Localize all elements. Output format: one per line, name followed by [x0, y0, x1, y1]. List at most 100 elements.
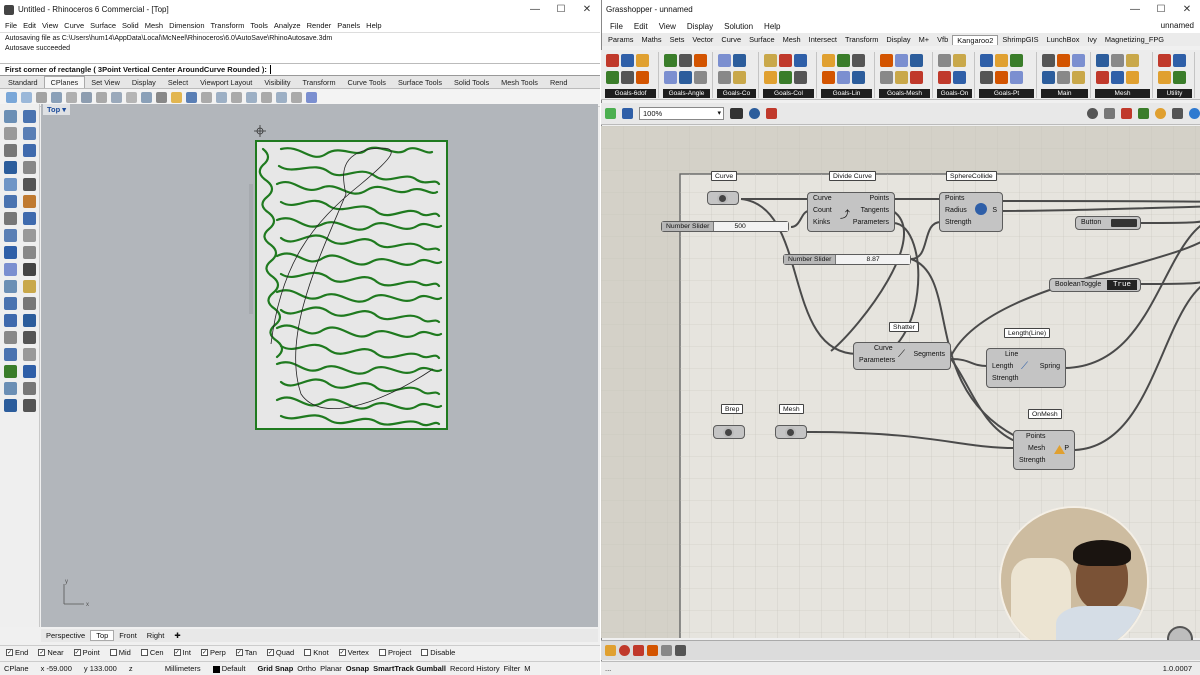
cplane-icon[interactable] [81, 92, 92, 103]
goal-component-icon[interactable] [794, 71, 807, 84]
osnap-tan[interactable]: ✓ Tan [235, 648, 257, 657]
input-count[interactable]: Count [813, 207, 832, 214]
goal-component-icon[interactable] [953, 54, 966, 67]
tool-icon[interactable] [23, 195, 36, 208]
onmesh-component[interactable]: Points Mesh Strength P [1013, 430, 1075, 470]
input-length[interactable]: Length [992, 363, 1013, 370]
osnap-perp[interactable]: ✓ Perp [200, 648, 226, 657]
ribbon-group-label[interactable]: Main [1041, 89, 1088, 98]
gh-tab-display[interactable]: Display [882, 35, 914, 44]
goal-component-icon[interactable] [1126, 71, 1139, 84]
goal-component-icon[interactable] [938, 71, 951, 84]
tool-icon[interactable] [23, 144, 36, 157]
checkbox-icon[interactable]: ✓ [200, 649, 208, 656]
menu-transform[interactable]: Transform [211, 21, 245, 30]
tab-mesh-tools[interactable]: Mesh Tools [495, 77, 544, 88]
checkbox-icon[interactable]: ✓ [73, 649, 81, 656]
tool-icon[interactable] [4, 110, 17, 123]
menu-render[interactable]: Render [307, 21, 332, 30]
ribbon-group-label[interactable]: Goals-Col [763, 89, 814, 98]
mesh-param[interactable] [775, 425, 807, 439]
layer[interactable]: Default [212, 664, 245, 673]
goal-component-icon[interactable] [718, 54, 731, 67]
goal-component-icon[interactable] [1042, 71, 1055, 84]
tool-icon[interactable] [4, 365, 17, 378]
bottom-tool-icon[interactable] [619, 645, 630, 656]
goal-component-icon[interactable] [764, 71, 777, 84]
count-slider[interactable]: Number Slider 500 [661, 221, 789, 232]
tab-viewport-layout[interactable]: Viewport Layout [194, 77, 258, 88]
tool-icon[interactable] [4, 348, 17, 361]
gh-tab-params[interactable]: Params [604, 35, 637, 44]
goal-component-icon[interactable] [1173, 54, 1186, 67]
goal-component-icon[interactable] [895, 54, 908, 67]
toggle-more[interactable]: M [524, 664, 530, 673]
goal-component-icon[interactable] [1010, 54, 1023, 67]
goal-component-icon[interactable] [1010, 71, 1023, 84]
tab-right[interactable]: Right [142, 631, 170, 640]
tool-icon[interactable] [4, 382, 17, 395]
checkbox-icon[interactable]: ✓ [235, 649, 243, 656]
gh-tab-surface[interactable]: Surface [745, 35, 778, 44]
toggle-smarttrack[interactable]: SmartTrack [373, 664, 414, 673]
cplane-icon[interactable] [21, 92, 32, 103]
output-s[interactable]: S [992, 207, 997, 214]
cplane-icon[interactable] [141, 92, 152, 103]
toggle-gumball[interactable]: Gumball [416, 664, 446, 673]
goal-component-icon[interactable] [938, 54, 951, 67]
toggle-record-history[interactable]: Record History [450, 664, 500, 673]
goal-component-icon[interactable] [980, 54, 993, 67]
minimize-icon[interactable]: — [522, 4, 548, 15]
goal-component-icon[interactable] [636, 71, 649, 84]
tab-visibility[interactable]: Visibility [258, 77, 296, 88]
ribbon-group-label[interactable]: Goals-Mesh [879, 89, 930, 98]
close-icon[interactable]: ✕ [574, 4, 600, 15]
goal-component-icon[interactable] [779, 54, 792, 67]
checkbox-icon[interactable] [378, 649, 386, 656]
goal-component-icon[interactable] [621, 71, 634, 84]
menu-edit[interactable]: Edit [23, 21, 36, 30]
tab-curve-tools[interactable]: Curve Tools [342, 77, 392, 88]
checkbox-icon[interactable]: ✓ [338, 649, 346, 656]
input-strength[interactable]: Strength [945, 219, 971, 226]
input-strength[interactable]: Strength [1019, 457, 1045, 464]
tool-icon[interactable] [23, 263, 36, 276]
gh-tab-shrimpgis[interactable]: ShrimpGIS [998, 35, 1042, 44]
osnap-vertex[interactable]: ✓ Vertex [338, 648, 369, 657]
save-icon[interactable] [622, 108, 633, 119]
input-curve[interactable]: Curve [874, 345, 893, 352]
menu-solid[interactable]: Solid [122, 21, 139, 30]
gh-menu-display[interactable]: Display [687, 22, 713, 31]
input-points[interactable]: Points [1026, 433, 1045, 440]
tool-icon[interactable] [23, 365, 36, 378]
tab-perspective[interactable]: Perspective [41, 631, 90, 640]
goal-component-icon[interactable] [1158, 54, 1171, 67]
input-points[interactable]: Points [945, 195, 964, 202]
button-component[interactable]: Button [1075, 216, 1141, 230]
gh-canvas[interactable]: Curve Divide Curve Curve Count Kinks Poi… [601, 126, 1200, 656]
ribbon-group-label[interactable]: Goals-Angle [663, 89, 710, 98]
goal-component-icon[interactable] [852, 71, 865, 84]
tab-front[interactable]: Front [114, 631, 142, 640]
output-parameters[interactable]: Parameters [853, 219, 889, 226]
tool-icon[interactable] [23, 280, 36, 293]
tool-icon[interactable] [23, 314, 36, 327]
length-line-component[interactable]: Line Length Strength Spring ⟋ [986, 348, 1066, 388]
preview-mode-icon[interactable] [1138, 108, 1149, 119]
osnap-knot[interactable]: Knot [304, 648, 329, 657]
gh-tab-magnetizing-fpg[interactable]: Magnetizing_FPG [1101, 35, 1168, 44]
tool-icon[interactable] [23, 178, 36, 191]
bottom-tool-icon[interactable] [661, 645, 672, 656]
cplane-icon[interactable] [66, 92, 77, 103]
goal-component-icon[interactable] [764, 54, 777, 67]
input-curve[interactable]: Curve [813, 195, 832, 202]
button-face[interactable] [1111, 219, 1137, 227]
input-parameters[interactable]: Parameters [859, 357, 895, 364]
goal-component-icon[interactable] [822, 71, 835, 84]
gh-menu-file[interactable]: File [610, 22, 623, 31]
goal-component-icon[interactable] [1057, 71, 1070, 84]
checkbox-icon[interactable]: ✓ [173, 649, 181, 656]
slider-track[interactable]: 8.87 [836, 255, 910, 264]
tab-top[interactable]: Top [90, 630, 115, 641]
maximize-icon[interactable]: ☐ [1148, 4, 1174, 15]
